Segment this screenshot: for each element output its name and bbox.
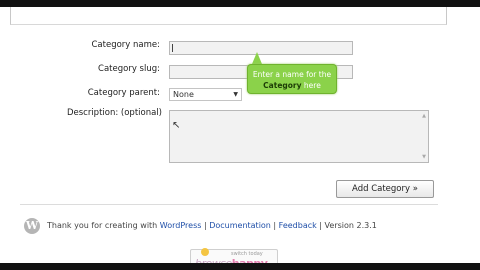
footer-divider [20, 204, 438, 205]
feedback-link[interactable]: Feedback [279, 221, 317, 230]
logo-part-b: happy [232, 257, 268, 263]
description-label: Description: (optional) [66, 108, 162, 118]
browse-happy-badge[interactable]: switch today browsehappy [190, 248, 278, 263]
footer-separator: | [270, 221, 279, 230]
footer-thanks: Thank you for creating with [47, 221, 160, 230]
category-name-label: Category name: [91, 40, 161, 50]
scroll-down-arrow-icon[interactable]: ▼ [422, 154, 426, 160]
text-caret [172, 44, 173, 52]
logo-part-a: browse [195, 257, 232, 263]
description-textarea[interactable]: ▲ ▼ [169, 110, 429, 163]
previous-panel-edge [10, 7, 447, 25]
wordpress-logo-icon: W [24, 218, 40, 234]
footer-text: Thank you for creating with WordPress | … [47, 221, 377, 230]
tooltip-pointer [252, 52, 262, 64]
browse-happy-logo: browsehappy [195, 257, 268, 263]
documentation-link[interactable]: Documentation [209, 221, 271, 230]
tooltip-line2-rest: here [301, 81, 321, 90]
scroll-up-arrow-icon[interactable]: ▲ [422, 113, 426, 119]
tooltip-bold-word: Category [263, 81, 302, 90]
version-text: Version 2.3.1 [324, 221, 377, 230]
category-parent-value: None [173, 90, 194, 99]
dropdown-arrow-icon: ▼ [233, 91, 238, 98]
tooltip-line1: Enter a name for the [252, 70, 332, 79]
sun-icon [201, 248, 209, 256]
mouse-pointer-icon: ↖ [172, 120, 181, 131]
category-name-tooltip: Enter a name for the Category here [247, 64, 337, 94]
category-parent-label: Category parent: [87, 88, 160, 98]
wordpress-admin-page: Category name: Category slug: Category p… [0, 7, 480, 263]
tooltip-line2: Category here [248, 80, 336, 91]
footer-separator: | [316, 221, 325, 230]
category-slug-label: Category slug: [98, 64, 160, 74]
wordpress-link[interactable]: WordPress [160, 221, 202, 230]
add-category-button[interactable]: Add Category » [336, 180, 434, 198]
category-parent-select[interactable]: None ▼ [169, 88, 242, 101]
